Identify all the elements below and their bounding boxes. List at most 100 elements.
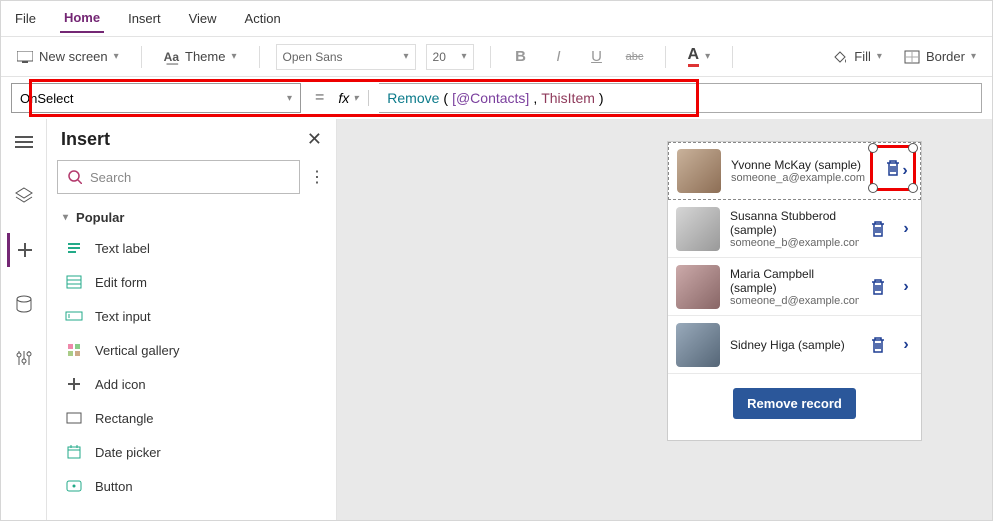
separator [490, 46, 491, 68]
insert-item-label: Edit form [95, 275, 147, 290]
font-color-icon: A [688, 46, 700, 67]
search-input[interactable]: Search [57, 160, 300, 194]
font-color-button[interactable]: A ▾ [682, 42, 717, 71]
insert-item-date[interactable]: Date picker [47, 435, 336, 469]
insert-item-text[interactable]: Text label [47, 231, 336, 265]
theme-icon: A͟a [164, 50, 179, 64]
separator [732, 46, 733, 68]
menu-home[interactable]: Home [60, 4, 104, 33]
menu-insert[interactable]: Insert [124, 5, 165, 32]
date-icon [65, 443, 83, 461]
left-rail [1, 119, 47, 520]
contact-text: Susanna Stubberod (sample)someone_b@exam… [730, 209, 859, 249]
canvas[interactable]: Yvonne McKay (sample)someone_a@example.c… [337, 119, 992, 520]
insert-item-label: Vertical gallery [95, 343, 180, 358]
bold-button[interactable]: B [507, 48, 535, 65]
formula-fn: Remove [387, 90, 439, 106]
selection-highlight [870, 145, 916, 191]
chevron-down-icon: ▾ [114, 51, 119, 62]
gallery-icon [65, 341, 83, 359]
avatar [677, 149, 721, 193]
trash-icon[interactable] [869, 219, 889, 239]
menu-file[interactable]: File [11, 5, 40, 32]
trash-icon[interactable] [869, 335, 889, 355]
screen-icon [17, 51, 33, 63]
layers-button[interactable] [7, 179, 41, 213]
contact-email: someone_b@example.com [730, 237, 859, 249]
strike-button[interactable]: abc [621, 51, 649, 63]
settings-button[interactable] [7, 341, 41, 375]
insert-item-label: Text input [95, 309, 151, 324]
chevron-down-icon: ▾ [353, 93, 358, 104]
separator [259, 46, 260, 68]
data-button[interactable] [7, 287, 41, 321]
chevron-down-icon: ▾ [971, 51, 976, 62]
insert-item-label: Date picker [95, 445, 161, 460]
avatar [676, 207, 720, 251]
contact-name: Susanna Stubberod (sample) [730, 209, 859, 237]
insert-item-label: Rectangle [95, 411, 154, 426]
insert-item-gallery[interactable]: Vertical gallery [47, 333, 336, 367]
more-button[interactable]: ⋮ [308, 167, 326, 187]
chevron-right-icon[interactable]: › [899, 220, 913, 238]
chevron-down-icon: ▾ [63, 212, 68, 223]
border-button[interactable]: Border ▾ [898, 45, 982, 68]
contact-text: Yvonne McKay (sample)someone_a@example.c… [731, 158, 888, 184]
contact-row[interactable]: Yvonne McKay (sample)someone_a@example.c… [668, 142, 921, 200]
font-select[interactable]: Open Sans ▾ [276, 44, 416, 70]
menu-action[interactable]: Action [241, 5, 285, 32]
contact-email: someone_d@example.com [730, 295, 859, 307]
form-icon [65, 273, 83, 291]
underline-button[interactable]: U [583, 48, 611, 65]
chevron-down-icon: ▾ [877, 51, 882, 62]
contact-name: Sidney Higa (sample) [730, 338, 859, 352]
contact-text: Maria Campbell (sample)someone_d@example… [730, 267, 859, 307]
fx-button[interactable]: fx ▾ [338, 90, 369, 106]
insert-item-plus[interactable]: Add icon [47, 367, 336, 401]
contact-name: Yvonne McKay (sample) [731, 158, 888, 172]
chevron-right-icon[interactable]: › [899, 336, 913, 354]
insert-item-form[interactable]: Edit form [47, 265, 336, 299]
fill-icon [832, 50, 848, 64]
theme-label: Theme [185, 49, 225, 64]
trash-icon[interactable] [869, 277, 889, 297]
property-select[interactable]: OnSelect ▾ [11, 83, 301, 113]
property-name: OnSelect [20, 91, 73, 106]
chevron-down-icon: ▾ [705, 51, 710, 62]
section-header[interactable]: ▾ Popular [47, 200, 336, 231]
contact-row[interactable]: Sidney Higa (sample) › [668, 316, 921, 374]
remove-record-button[interactable]: Remove record [733, 388, 856, 419]
font-name: Open Sans [283, 50, 343, 64]
avatar [676, 265, 720, 309]
chevron-right-icon[interactable]: › [899, 278, 913, 296]
new-screen-button[interactable]: New screen ▾ [11, 45, 125, 68]
chevron-down-icon: ▾ [287, 93, 292, 104]
menu-view[interactable]: View [185, 5, 221, 32]
insert-item-rect[interactable]: Rectangle [47, 401, 336, 435]
contact-text: Sidney Higa (sample) [730, 338, 859, 352]
formula-arg1: [@Contacts] [452, 90, 529, 106]
close-icon[interactable]: ✕ [307, 129, 322, 150]
insert-item-label: Add icon [95, 377, 146, 392]
insert-panel: Insert ✕ Search ⋮ ▾ Popular Text labelEd… [47, 119, 337, 520]
rect-icon [65, 409, 83, 427]
input-icon [65, 307, 83, 325]
insert-button[interactable] [7, 233, 41, 267]
insert-item-button[interactable]: Button [47, 469, 336, 503]
contact-row[interactable]: Susanna Stubberod (sample)someone_b@exam… [668, 200, 921, 258]
contact-row[interactable]: Maria Campbell (sample)someone_d@example… [668, 258, 921, 316]
avatar [676, 323, 720, 367]
new-screen-label: New screen [39, 49, 108, 64]
font-size-select[interactable]: 20 ▾ [426, 44, 474, 70]
formula-arg2: ThisItem [541, 90, 595, 106]
formula-input[interactable]: Remove( [@Contacts], ThisItem ) [379, 83, 982, 113]
border-icon [904, 50, 920, 64]
insert-item-input[interactable]: Text input [47, 299, 336, 333]
fill-button[interactable]: Fill ▾ [826, 45, 888, 68]
chevron-down-icon: ▾ [403, 51, 408, 62]
tree-view-button[interactable] [7, 125, 41, 159]
chevron-down-icon: ▾ [231, 51, 236, 62]
theme-button[interactable]: A͟a Theme ▾ [158, 45, 243, 68]
italic-button[interactable]: I [545, 48, 573, 65]
fx-icon: fx [338, 90, 349, 106]
